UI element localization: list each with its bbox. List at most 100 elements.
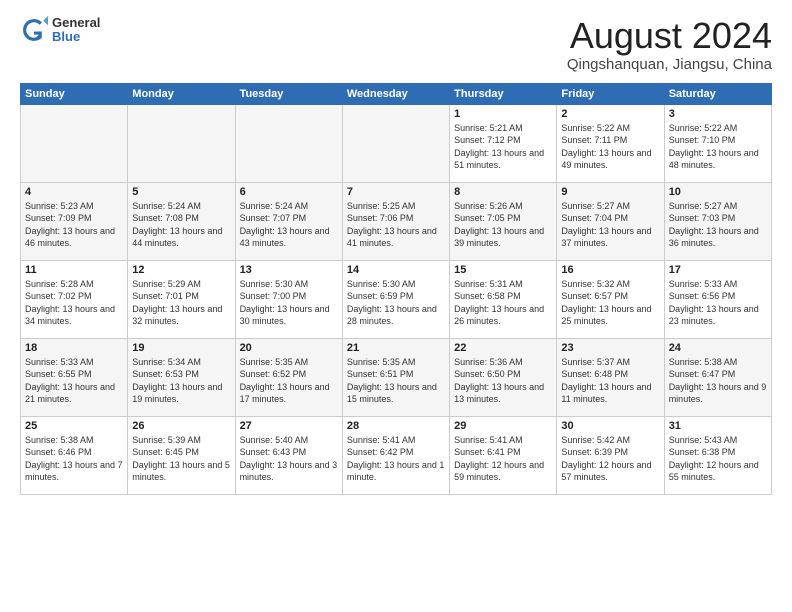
cell-info: Sunrise: 5:30 AMSunset: 7:00 PMDaylight:… <box>240 278 338 328</box>
cell-4-2: 27 Sunrise: 5:40 AMSunset: 6:43 PMDayligh… <box>235 416 342 494</box>
day-number: 11 <box>25 264 123 276</box>
week-row-1: 1 Sunrise: 5:21 AMSunset: 7:12 PMDaylight… <box>21 104 772 182</box>
cell-3-2: 20Sunrise: 5:35 AMSunset: 6:52 PMDayligh… <box>235 338 342 416</box>
cell-info: Sunrise: 5:22 AMSunset: 7:10 PMDaylight:… <box>669 122 767 172</box>
day-number: 2 <box>561 108 659 120</box>
day-number: 15 <box>454 264 552 276</box>
cell-info: Sunrise: 5:24 AMSunset: 7:08 PMDaylight:… <box>132 200 230 250</box>
day-number: 29 <box>454 420 552 432</box>
col-tuesday: Tuesday <box>235 83 342 104</box>
cell-info: Sunrise: 5:28 AMSunset: 7:02 PMDaylight:… <box>25 278 123 328</box>
col-friday: Friday <box>557 83 664 104</box>
cell-4-5: 30 Sunrise: 5:42 AMSunset: 6:39 PMDayligh… <box>557 416 664 494</box>
cell-0-1 <box>128 104 235 182</box>
header-row: Sunday Monday Tuesday Wednesday Thursday… <box>21 83 772 104</box>
cell-info: Sunrise: 5:30 AMSunset: 6:59 PMDaylight:… <box>347 278 445 328</box>
cell-0-6: 3Sunrise: 5:22 AMSunset: 7:10 PMDaylight… <box>664 104 771 182</box>
logo-blue-text: Blue <box>52 30 100 44</box>
day-number: 23 <box>561 342 659 354</box>
cell-2-5: 16 Sunrise: 5:32 AMSunset: 6:57 PMDayligh… <box>557 260 664 338</box>
week-row-2: 4Sunrise: 5:23 AMSunset: 7:09 PMDaylight… <box>21 182 772 260</box>
col-wednesday: Wednesday <box>342 83 449 104</box>
cell-1-4: 8Sunrise: 5:26 AMSunset: 7:05 PMDaylight… <box>450 182 557 260</box>
day-number: 30 <box>561 420 659 432</box>
cell-info: Sunrise: 5:25 AMSunset: 7:06 PMDaylight:… <box>347 200 445 250</box>
cell-info: Sunrise: 5:24 AMSunset: 7:07 PMDaylight:… <box>240 200 338 250</box>
cell-info: Sunrise: 5:42 AMSunset: 6:39 PMDaylight:… <box>561 434 659 484</box>
col-sunday: Sunday <box>21 83 128 104</box>
day-number: 1 <box>454 108 552 120</box>
cell-3-4: 22Sunrise: 5:36 AMSunset: 6:50 PMDayligh… <box>450 338 557 416</box>
day-number: 28 <box>347 420 445 432</box>
cell-info: Sunrise: 5:22 AMSunset: 7:11 PMDaylight:… <box>561 122 659 172</box>
day-number: 16 <box>561 264 659 276</box>
col-saturday: Saturday <box>664 83 771 104</box>
cell-1-1: 5 Sunrise: 5:24 AMSunset: 7:08 PMDaylight… <box>128 182 235 260</box>
calendar-table: Sunday Monday Tuesday Wednesday Thursday… <box>20 83 772 495</box>
cell-0-5: 2 Sunrise: 5:22 AMSunset: 7:11 PMDaylight… <box>557 104 664 182</box>
title-block: August 2024 Qingshanquan, Jiangsu, China <box>567 16 772 73</box>
day-number: 6 <box>240 186 338 198</box>
day-number: 9 <box>561 186 659 198</box>
cell-1-6: 10Sunrise: 5:27 AMSunset: 7:03 PMDayligh… <box>664 182 771 260</box>
page: General Blue August 2024 Qingshanquan, J… <box>0 0 792 612</box>
cell-3-3: 21 Sunrise: 5:35 AMSunset: 6:51 PMDayligh… <box>342 338 449 416</box>
location-subtitle: Qingshanquan, Jiangsu, China <box>567 56 772 73</box>
logo: General Blue <box>20 16 100 45</box>
day-number: 19 <box>132 342 230 354</box>
cell-info: Sunrise: 5:21 AMSunset: 7:12 PMDaylight:… <box>454 122 552 172</box>
cell-info: Sunrise: 5:38 AMSunset: 6:47 PMDaylight:… <box>669 356 767 406</box>
cell-4-3: 28Sunrise: 5:41 AMSunset: 6:42 PMDayligh… <box>342 416 449 494</box>
cell-info: Sunrise: 5:27 AMSunset: 7:04 PMDaylight:… <box>561 200 659 250</box>
day-number: 13 <box>240 264 338 276</box>
day-number: 14 <box>347 264 445 276</box>
day-number: 25 <box>25 420 123 432</box>
cell-2-4: 15 Sunrise: 5:31 AMSunset: 6:58 PMDayligh… <box>450 260 557 338</box>
cell-3-6: 24 Sunrise: 5:38 AMSunset: 6:47 PMDayligh… <box>664 338 771 416</box>
week-row-4: 18 Sunrise: 5:33 AMSunset: 6:55 PMDayligh… <box>21 338 772 416</box>
day-number: 5 <box>132 186 230 198</box>
cell-0-3 <box>342 104 449 182</box>
cell-4-6: 31Sunrise: 5:43 AMSunset: 6:38 PMDayligh… <box>664 416 771 494</box>
cell-info: Sunrise: 5:29 AMSunset: 7:01 PMDaylight:… <box>132 278 230 328</box>
day-number: 18 <box>25 342 123 354</box>
cell-3-5: 23 Sunrise: 5:37 AMSunset: 6:48 PMDayligh… <box>557 338 664 416</box>
cell-1-0: 4Sunrise: 5:23 AMSunset: 7:09 PMDaylight… <box>21 182 128 260</box>
col-monday: Monday <box>128 83 235 104</box>
cell-4-0: 25 Sunrise: 5:38 AMSunset: 6:46 PMDayligh… <box>21 416 128 494</box>
day-number: 27 <box>240 420 338 432</box>
day-number: 12 <box>132 264 230 276</box>
logo-icon <box>20 16 48 44</box>
cell-info: Sunrise: 5:26 AMSunset: 7:05 PMDaylight:… <box>454 200 552 250</box>
col-thursday: Thursday <box>450 83 557 104</box>
cell-3-0: 18 Sunrise: 5:33 AMSunset: 6:55 PMDayligh… <box>21 338 128 416</box>
cell-0-4: 1 Sunrise: 5:21 AMSunset: 7:12 PMDaylight… <box>450 104 557 182</box>
cell-0-2 <box>235 104 342 182</box>
cell-info: Sunrise: 5:39 AMSunset: 6:45 PMDaylight:… <box>132 434 230 484</box>
cell-info: Sunrise: 5:36 AMSunset: 6:50 PMDaylight:… <box>454 356 552 406</box>
day-number: 17 <box>669 264 767 276</box>
cell-info: Sunrise: 5:32 AMSunset: 6:57 PMDaylight:… <box>561 278 659 328</box>
cell-info: Sunrise: 5:33 AMSunset: 6:55 PMDaylight:… <box>25 356 123 406</box>
cell-2-6: 17 Sunrise: 5:33 AMSunset: 6:56 PMDayligh… <box>664 260 771 338</box>
week-row-5: 25 Sunrise: 5:38 AMSunset: 6:46 PMDayligh… <box>21 416 772 494</box>
cell-info: Sunrise: 5:31 AMSunset: 6:58 PMDaylight:… <box>454 278 552 328</box>
cell-2-0: 11 Sunrise: 5:28 AMSunset: 7:02 PMDayligh… <box>21 260 128 338</box>
month-title: August 2024 <box>567 16 772 56</box>
cell-3-1: 19Sunrise: 5:34 AMSunset: 6:53 PMDayligh… <box>128 338 235 416</box>
cell-info: Sunrise: 5:37 AMSunset: 6:48 PMDaylight:… <box>561 356 659 406</box>
cell-info: Sunrise: 5:38 AMSunset: 6:46 PMDaylight:… <box>25 434 123 484</box>
cell-info: Sunrise: 5:27 AMSunset: 7:03 PMDaylight:… <box>669 200 767 250</box>
cell-info: Sunrise: 5:33 AMSunset: 6:56 PMDaylight:… <box>669 278 767 328</box>
cell-2-2: 13 Sunrise: 5:30 AMSunset: 7:00 PMDayligh… <box>235 260 342 338</box>
day-number: 21 <box>347 342 445 354</box>
cell-info: Sunrise: 5:35 AMSunset: 6:52 PMDaylight:… <box>240 356 338 406</box>
cell-info: Sunrise: 5:41 AMSunset: 6:41 PMDaylight:… <box>454 434 552 484</box>
cell-1-2: 6 Sunrise: 5:24 AMSunset: 7:07 PMDaylight… <box>235 182 342 260</box>
cell-1-5: 9 Sunrise: 5:27 AMSunset: 7:04 PMDaylight… <box>557 182 664 260</box>
cell-info: Sunrise: 5:40 AMSunset: 6:43 PMDaylight:… <box>240 434 338 484</box>
day-number: 24 <box>669 342 767 354</box>
cell-0-0 <box>21 104 128 182</box>
cell-info: Sunrise: 5:35 AMSunset: 6:51 PMDaylight:… <box>347 356 445 406</box>
day-number: 26 <box>132 420 230 432</box>
